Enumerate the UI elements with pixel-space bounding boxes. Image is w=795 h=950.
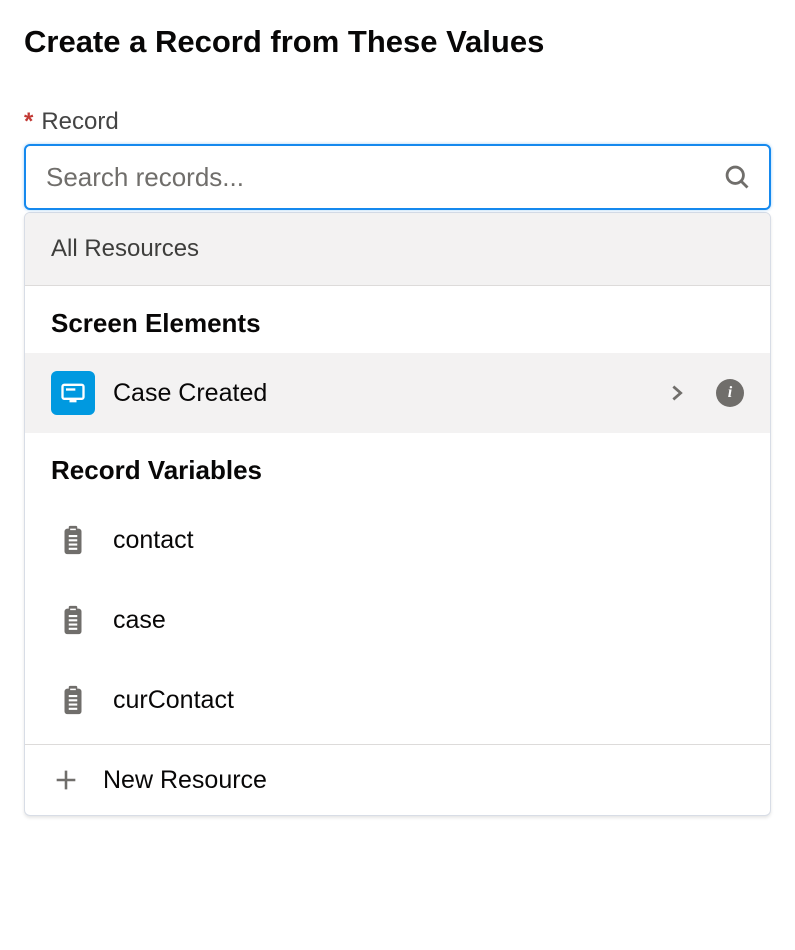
clipboard-icon xyxy=(51,518,95,562)
clipboard-icon xyxy=(51,598,95,642)
field-label: Record xyxy=(41,108,118,136)
search-icon xyxy=(723,163,751,191)
option-case[interactable]: case xyxy=(25,580,770,660)
field-label-row: * Record xyxy=(24,108,771,136)
option-contact[interactable]: contact xyxy=(25,500,770,580)
search-input-container xyxy=(24,144,771,210)
option-label: case xyxy=(113,606,744,635)
new-resource-label: New Resource xyxy=(103,766,267,795)
new-resource-button[interactable]: New Resource xyxy=(25,745,770,815)
info-icon[interactable]: i xyxy=(716,379,744,407)
resources-dropdown: All Resources Screen Elements Case Creat… xyxy=(24,212,771,816)
required-asterisk: * xyxy=(24,110,33,134)
option-label: Case Created xyxy=(113,379,648,408)
section-title: Create a Record from These Values xyxy=(24,24,771,60)
option-curcontact[interactable]: curContact xyxy=(25,660,770,740)
group-header-screen-elements: Screen Elements xyxy=(25,286,770,353)
breadcrumb[interactable]: All Resources xyxy=(25,213,770,286)
screen-element-icon xyxy=(51,371,95,415)
chevron-right-icon xyxy=(666,382,688,404)
clipboard-icon xyxy=(51,678,95,722)
option-case-created[interactable]: Case Created i xyxy=(25,353,770,433)
option-label: curContact xyxy=(113,686,744,715)
record-search-input[interactable] xyxy=(24,144,771,210)
option-label: contact xyxy=(113,526,744,555)
plus-icon xyxy=(51,765,81,795)
group-header-record-variables: Record Variables xyxy=(25,433,770,500)
